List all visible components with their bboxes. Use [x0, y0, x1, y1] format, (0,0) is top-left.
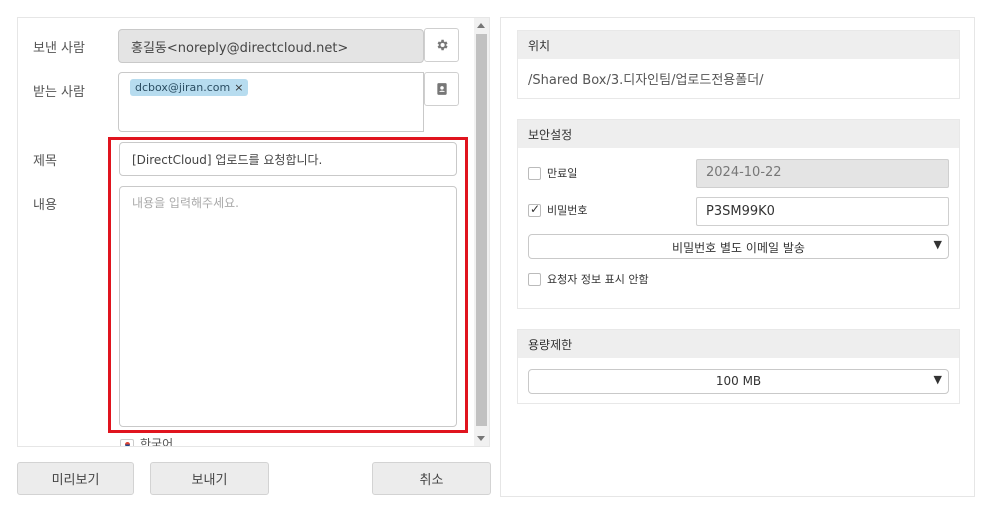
- language-label: 한국어: [140, 437, 174, 447]
- subject-label: 제목: [33, 154, 57, 169]
- preview-button[interactable]: 미리보기: [17, 462, 134, 495]
- hide-requester-row: 요청자 정보 표시 안함: [528, 271, 649, 287]
- capacity-value: 100 MB: [715, 374, 762, 388]
- expiry-row: 만료일: [528, 165, 577, 181]
- capacity-header: 용량제한: [518, 330, 959, 358]
- compose-scrollbar[interactable]: [474, 18, 489, 446]
- password-checkbox[interactable]: [528, 202, 541, 217]
- security-header: 보안설정: [518, 120, 959, 148]
- password-send-value: 비밀번호 별도 이메일 발송: [672, 241, 805, 255]
- sender-label: 보낸 사람: [33, 41, 85, 56]
- scroll-down-icon[interactable]: [477, 436, 485, 441]
- hide-requester-checkbox[interactable]: [528, 272, 541, 286]
- options-panel: 위치 /Shared Box/3.디자인팀/업로드전용폴더/ 보안설정 만료일 …: [500, 17, 975, 497]
- security-section: 보안설정 만료일 2024-10-22 비밀번호 비밀번호 별도 이메일 발송 …: [517, 119, 960, 309]
- recipient-chip-label: dcbox@jiran.com: [135, 81, 231, 94]
- cancel-button[interactable]: 취소: [372, 462, 491, 495]
- subject-input[interactable]: [119, 142, 457, 176]
- contact-book-icon: [436, 83, 447, 95]
- expiry-date-field: 2024-10-22: [696, 159, 949, 188]
- language-selector[interactable]: 한국어: [120, 435, 174, 447]
- location-header: 위치: [518, 31, 959, 59]
- expiry-label: 만료일: [547, 167, 578, 180]
- address-book-button[interactable]: [424, 72, 459, 106]
- sender-field: 홍길동<noreply@directcloud.net>: [118, 29, 424, 63]
- body-textarea[interactable]: [119, 186, 457, 427]
- chevron-down-icon: ▼: [933, 373, 942, 386]
- chevron-down-icon: ▼: [933, 238, 942, 251]
- gear-icon: [437, 39, 448, 51]
- remove-recipient-icon[interactable]: ×: [234, 81, 243, 94]
- location-section: 위치 /Shared Box/3.디자인팀/업로드전용폴더/: [517, 30, 960, 99]
- hide-requester-label: 요청자 정보 표시 안함: [547, 273, 649, 286]
- scroll-up-icon[interactable]: [477, 23, 485, 28]
- expiry-checkbox[interactable]: [528, 166, 541, 180]
- recipient-chip: dcbox@jiran.com ×: [130, 79, 249, 96]
- password-row: 비밀번호: [528, 202, 587, 218]
- recipient-field[interactable]: dcbox@jiran.com ×: [118, 72, 424, 132]
- password-input[interactable]: [696, 197, 949, 226]
- send-button[interactable]: 보내기: [150, 462, 269, 495]
- scroll-thumb[interactable]: [476, 34, 487, 426]
- capacity-section: 용량제한 100 MB ▼: [517, 329, 960, 404]
- compose-panel: 보낸 사람 홍길동<noreply@directcloud.net> 받는 사람…: [17, 17, 490, 447]
- location-path: /Shared Box/3.디자인팀/업로드전용폴더/: [528, 73, 764, 88]
- korea-flag-icon: [120, 438, 134, 446]
- password-label: 비밀번호: [547, 204, 588, 217]
- sender-settings-button[interactable]: [424, 28, 459, 62]
- capacity-select[interactable]: 100 MB ▼: [528, 369, 949, 394]
- recipient-label: 받는 사람: [33, 85, 85, 100]
- password-send-select[interactable]: 비밀번호 별도 이메일 발송 ▼: [528, 234, 949, 259]
- body-label: 내용: [33, 198, 57, 213]
